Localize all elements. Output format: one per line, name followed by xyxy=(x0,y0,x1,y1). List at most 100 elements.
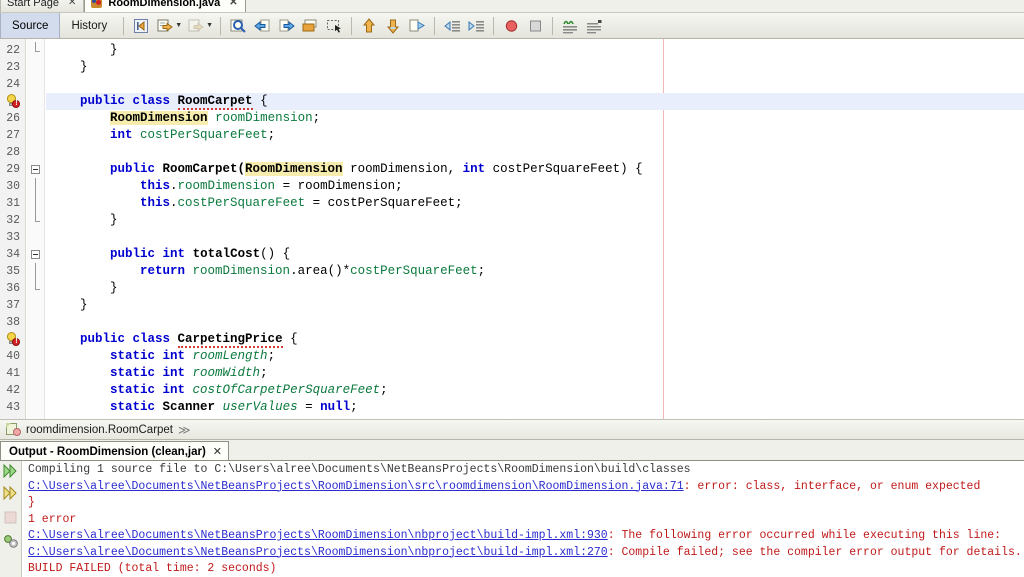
line-number: 37 xyxy=(6,299,20,312)
code-token: int xyxy=(162,247,186,261)
tab-source[interactable]: Source xyxy=(0,13,61,38)
toggle-highlight-button[interactable] xyxy=(406,15,428,37)
shift-left-button[interactable] xyxy=(441,15,463,37)
comment-button[interactable] xyxy=(559,15,581,37)
code-line[interactable] xyxy=(46,229,1024,246)
shift-right-button[interactable] xyxy=(465,15,487,37)
code-token: totalCost xyxy=(192,247,261,261)
line-number: 30 xyxy=(6,180,20,193)
output-file-link[interactable]: C:\Users\alree\Documents\NetBeansProject… xyxy=(28,546,608,559)
chevron-right-icon[interactable]: ≫ xyxy=(178,423,191,437)
find-selection-button[interactable] xyxy=(227,15,249,37)
code-line[interactable]: RoomDimension roomDimension; xyxy=(46,110,1024,127)
code-line-text: public RoomCarpet(RoomDimension roomDime… xyxy=(46,161,643,178)
code-line[interactable]: this.costPerSquareFeet = costPerSquareFe… xyxy=(46,195,1024,212)
code-line-text: public class CarpetingPrice { xyxy=(46,331,298,348)
editor-toolbar: Source History ▼ ▼ xyxy=(0,13,1024,39)
output-message: BUILD FAILED (total time: 2 seconds) xyxy=(28,562,277,575)
line-number: 32 xyxy=(6,214,20,227)
output-tab[interactable]: Output - RoomDimension (clean,jar) ✕ xyxy=(0,441,230,461)
back-button[interactable] xyxy=(154,15,176,37)
last-edit-button[interactable] xyxy=(130,15,152,37)
code-token: .area()* xyxy=(290,264,351,278)
code-editor[interactable]: 22 23 24 26 27 28 29 30 31 32 33 34 35 36 37 38 40 41 42 43… xyxy=(0,39,1024,420)
line-number: 33 xyxy=(6,231,20,244)
output-tab-bar: Output - RoomDimension (clean,jar) ✕ xyxy=(0,440,1024,461)
code-line[interactable] xyxy=(46,144,1024,161)
previous-error-button[interactable] xyxy=(358,15,380,37)
code-line[interactable]: } xyxy=(46,212,1024,229)
fold-collapse-icon[interactable] xyxy=(31,250,40,259)
code-line[interactable]: static int roomWidth; xyxy=(46,365,1024,382)
next-bookmark-button[interactable] xyxy=(275,15,297,37)
code-line[interactable]: static int costOfCarpetPerSquareFeet; xyxy=(46,382,1024,399)
previous-bookmark-button[interactable] xyxy=(251,15,273,37)
code-token: userValues xyxy=(222,400,298,414)
code-line[interactable]: public class RoomCarpet { xyxy=(46,93,1024,110)
output-text[interactable]: Compiling 1 source file to C:\Users\alre… xyxy=(22,461,1024,577)
code-line[interactable]: public RoomCarpet(RoomDimension roomDime… xyxy=(46,161,1024,178)
error-bulb-icon[interactable] xyxy=(6,94,20,108)
document-tab-2[interactable]: RoomDimension.java ✕ xyxy=(84,0,246,12)
tab-history[interactable]: History xyxy=(60,13,118,38)
document-tab-1[interactable]: Start Page ✕ xyxy=(0,0,85,12)
rerun-button[interactable] xyxy=(2,463,20,481)
code-token: RoomDimension xyxy=(245,162,343,176)
code-line[interactable]: } xyxy=(46,59,1024,76)
stop-button[interactable] xyxy=(2,509,20,527)
output-line: Compiling 1 source file to C:\Users\alre… xyxy=(22,462,1024,479)
toggle-bookmark-button[interactable] xyxy=(299,15,321,37)
close-icon[interactable]: ✕ xyxy=(229,0,237,8)
code-line[interactable]: } xyxy=(46,280,1024,297)
code-line-text: public class RoomCarpet { xyxy=(46,93,268,110)
breadcrumb-path[interactable]: roomdimension.RoomCarpet xyxy=(26,424,173,436)
code-line[interactable]: return roomDimension.area()*costPerSquar… xyxy=(46,263,1024,280)
fold-stem xyxy=(35,280,36,289)
fold-stem xyxy=(35,263,36,280)
code-line[interactable]: } xyxy=(46,297,1024,314)
code-line[interactable]: } xyxy=(46,42,1024,59)
output-line: C:\Users\alree\Documents\NetBeansProject… xyxy=(22,479,1024,496)
uncomment-button[interactable] xyxy=(583,15,605,37)
code-line[interactable] xyxy=(46,314,1024,331)
output-file-link[interactable]: C:\Users\alree\Documents\NetBeansProject… xyxy=(28,529,608,542)
error-bulb-icon[interactable] xyxy=(6,332,20,346)
close-icon[interactable]: ✕ xyxy=(68,0,76,8)
code-fold-gutter[interactable] xyxy=(27,39,45,419)
rerun-alternate-button[interactable] xyxy=(2,485,20,503)
forward-dropdown-arrow[interactable]: ▼ xyxy=(206,22,213,29)
back-dropdown-arrow[interactable]: ▼ xyxy=(175,22,182,29)
output-file-link[interactable]: C:\Users\alree\Documents\NetBeansProject… xyxy=(28,480,684,493)
forward-button[interactable] xyxy=(185,15,207,37)
code-token: roomDimension, xyxy=(342,162,463,176)
code-line[interactable]: static Scanner userValues = null; xyxy=(46,399,1024,416)
code-line[interactable]: int costPerSquareFeet; xyxy=(46,127,1024,144)
toolbar-separator-2 xyxy=(220,16,222,35)
settings-button[interactable] xyxy=(2,533,20,551)
next-error-button[interactable] xyxy=(382,15,404,37)
fold-collapse-icon[interactable] xyxy=(31,165,40,174)
stop-macro-recording-button[interactable] xyxy=(524,15,546,37)
close-icon[interactable]: ✕ xyxy=(213,445,222,458)
code-token: ; xyxy=(312,111,321,125)
code-token: } xyxy=(50,281,118,295)
start-macro-recording-button[interactable] xyxy=(500,15,522,37)
code-token: costPerSquareFeet xyxy=(177,196,306,210)
code-line[interactable]: static int roomLength; xyxy=(46,348,1024,365)
code-text-area[interactable]: } } public class RoomCarpet { RoomDimens… xyxy=(46,39,1024,419)
code-line[interactable]: this.roomDimension = roomDimension; xyxy=(46,178,1024,195)
line-number: 43 xyxy=(6,401,20,414)
document-tab-bar: Start Page ✕ RoomDimension.java ✕ xyxy=(0,0,1024,13)
code-line[interactable]: public int totalCost() { xyxy=(46,246,1024,263)
code-line[interactable]: public class CarpetingPrice { xyxy=(46,331,1024,348)
line-number: 22 xyxy=(6,44,20,57)
code-token: costPerSquareFeet xyxy=(350,264,478,278)
rectangular-selection-button[interactable] xyxy=(323,15,345,37)
code-line[interactable] xyxy=(46,76,1024,93)
fold-stem xyxy=(35,212,36,221)
